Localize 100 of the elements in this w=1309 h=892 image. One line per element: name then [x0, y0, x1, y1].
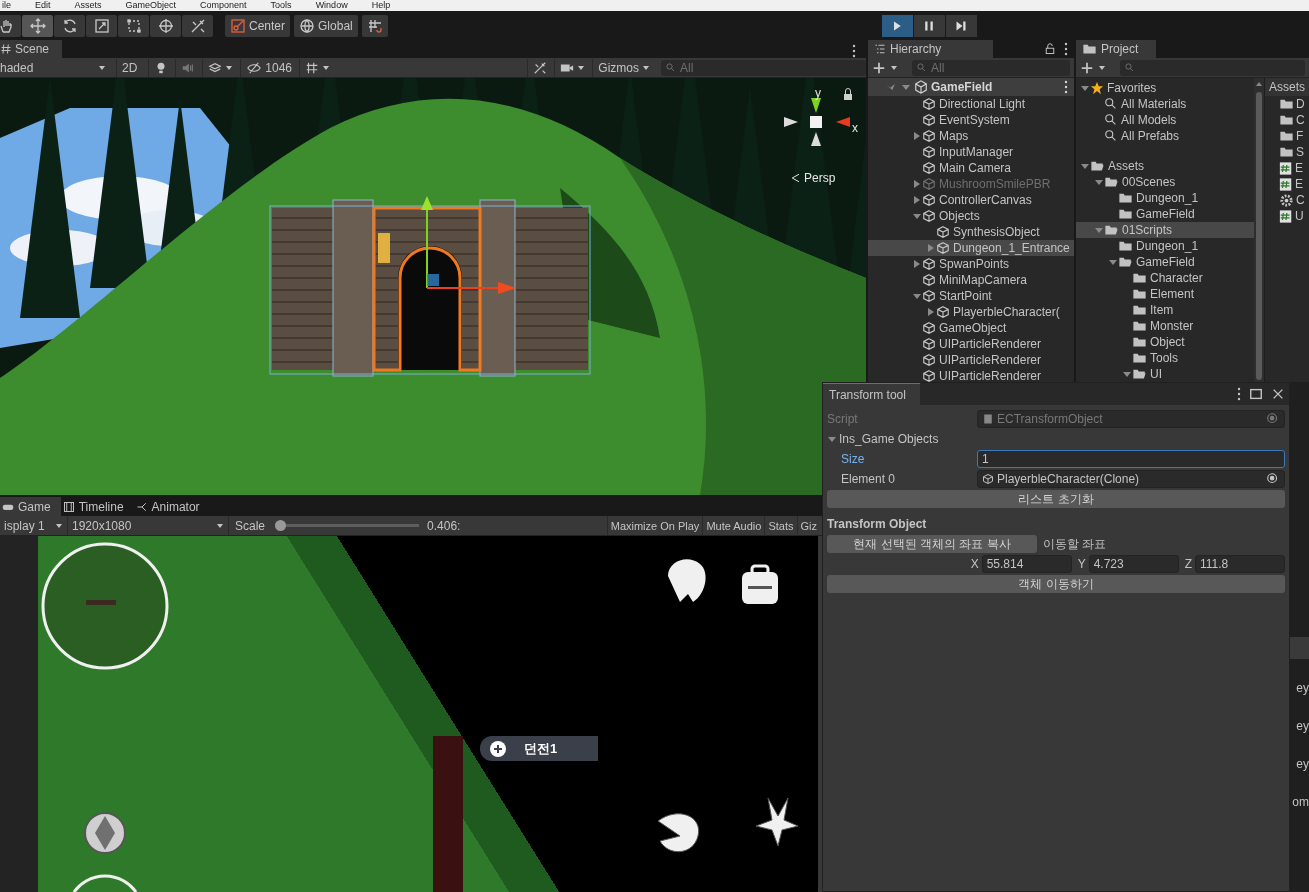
- game-tab[interactable]: Game: [0, 497, 61, 516]
- sparkle-icon[interactable]: [755, 797, 799, 847]
- hierarchy-item[interactable]: MiniMapCamera: [868, 272, 1074, 288]
- backpack-icon[interactable]: [742, 564, 778, 604]
- joystick-icon[interactable]: [72, 874, 138, 892]
- project-tree-item[interactable]: Character: [1076, 270, 1254, 286]
- toolbar-toggle-button[interactable]: Giz: [796, 516, 820, 535]
- asset-item[interactable]: E: [1265, 160, 1309, 176]
- wrench-icon: [533, 60, 548, 75]
- slider-thumb[interactable]: [275, 520, 287, 531]
- scale-slider[interactable]: [275, 520, 420, 531]
- pause-button[interactable]: [913, 14, 945, 37]
- coordinate-field[interactable]: 111.8: [1195, 555, 1285, 573]
- hierarchy-item[interactable]: Objects: [868, 208, 1074, 224]
- copy-coordinates-button[interactable]: 현재 선택된 객체의 좌표 복사: [827, 535, 1037, 553]
- menu-item[interactable]: Tools: [270, 0, 292, 11]
- scene-tab[interactable]: Scene: [0, 40, 62, 58]
- project-tree-item[interactable]: 01Scripts: [1076, 222, 1254, 238]
- project-tree-item[interactable]: GameField: [1076, 206, 1254, 222]
- project-tree-item[interactable]: All Models: [1076, 112, 1254, 128]
- reset-list-button[interactable]: 리스트 초기화: [827, 490, 1285, 508]
- menu-item[interactable]: Window: [315, 0, 348, 11]
- hierarchy-item[interactable]: InputManager: [868, 144, 1074, 160]
- hierarchy-item[interactable]: UIParticleRenderer: [868, 368, 1074, 382]
- hierarchy-item[interactable]: SpwanPoints: [868, 256, 1074, 272]
- menu-item[interactable]: Help: [371, 0, 391, 11]
- project-tree-item[interactable]: Monster: [1076, 318, 1254, 334]
- menu-item[interactable]: Component: [200, 0, 247, 11]
- menu-item[interactable]: ile: [2, 0, 11, 11]
- project-tree-item[interactable]: UI: [1076, 366, 1254, 382]
- hierarchy-item[interactable]: SynthesisObject: [868, 224, 1074, 240]
- portal-button[interactable]: 던전1: [480, 736, 598, 761]
- hierarchy-item[interactable]: GameObject: [868, 320, 1074, 336]
- rotate-tool-button[interactable]: [54, 14, 85, 37]
- hierarchy-item[interactable]: Dungeon_1_Entrance: [868, 240, 1074, 256]
- project-tree-item[interactable]: All Prefabs: [1076, 128, 1254, 144]
- scene-root-item[interactable]: GameField: [868, 78, 1074, 96]
- hierarchy-item[interactable]: StartPoint: [868, 288, 1074, 304]
- hierarchy-item[interactable]: ControllerCanvas: [868, 192, 1074, 208]
- project-tree-item[interactable]: GameField: [1076, 254, 1254, 270]
- asset-item[interactable]: S: [1265, 144, 1309, 160]
- hand-tool-button[interactable]: [0, 14, 21, 37]
- transform-tool-button[interactable]: [150, 14, 181, 37]
- animator-tab[interactable]: Animator: [133, 497, 210, 516]
- script-icon: [1279, 208, 1293, 224]
- project-tree-item[interactable]: All Materials: [1076, 96, 1254, 112]
- search-field[interactable]: [1120, 59, 1305, 76]
- coordinate-field[interactable]: 55.814: [981, 555, 1072, 573]
- object-field[interactable]: PlayerbleCharacter(Clone): [977, 470, 1285, 488]
- toolbar-toggle-button[interactable]: Maximize On Play: [606, 516, 703, 535]
- asset-item[interactable]: U: [1265, 208, 1309, 224]
- step-button[interactable]: [945, 14, 977, 37]
- scale-tool-button[interactable]: [86, 14, 117, 37]
- hierarchy-item[interactable]: UIParticleRenderer: [868, 352, 1074, 368]
- asset-item[interactable]: C: [1265, 192, 1309, 208]
- project-tree-item[interactable]: Object: [1076, 334, 1254, 350]
- asset-item[interactable]: D: [1265, 96, 1309, 112]
- timeline-tab[interactable]: Timeline: [60, 497, 134, 516]
- project-tree-item[interactable]: Item: [1076, 302, 1254, 318]
- breadcrumb[interactable]: Assets: [1265, 78, 1309, 96]
- scrollbar[interactable]: [1254, 78, 1264, 382]
- cube-icon: [922, 273, 936, 287]
- hierarchy-item[interactable]: Directional Light: [868, 96, 1074, 112]
- list-foldout[interactable]: Ins_Game Objects: [827, 429, 1285, 449]
- hierarchy-item[interactable]: PlayerbleCharacter(: [868, 304, 1074, 320]
- size-field[interactable]: 1: [977, 450, 1285, 468]
- head-icon[interactable]: [668, 559, 706, 602]
- hierarchy-item[interactable]: Main Camera: [868, 160, 1074, 176]
- pivot-toggle-button[interactable]: Center: [225, 14, 291, 37]
- project-tab[interactable]: Project: [1076, 40, 1156, 58]
- section-title: Transform Object: [827, 516, 928, 533]
- menu-item[interactable]: Edit: [35, 0, 51, 11]
- project-tree-item[interactable]: Tools: [1076, 350, 1254, 366]
- hierarchy-item[interactable]: UIParticleRenderer: [868, 336, 1074, 352]
- projection-label[interactable]: Persp: [790, 171, 836, 185]
- asset-item[interactable]: C: [1265, 112, 1309, 128]
- hierarchy-item[interactable]: EventSystem: [868, 112, 1074, 128]
- transform-tool-tab[interactable]: Transform tool: [823, 383, 920, 405]
- snap-toggle-button[interactable]: [361, 14, 388, 37]
- toolbar-toggle-button[interactable]: Stats: [764, 516, 797, 535]
- project-tree-item[interactable]: Favorites: [1076, 80, 1254, 96]
- hierarchy-item[interactable]: Maps: [868, 128, 1074, 144]
- project-tree-item[interactable]: Assets: [1076, 158, 1254, 174]
- spin-icon[interactable]: [84, 812, 126, 854]
- project-tree-item[interactable]: Element: [1076, 286, 1254, 302]
- custom-tool-button[interactable]: [182, 14, 213, 37]
- play-button[interactable]: [881, 14, 913, 37]
- hierarchy-tab[interactable]: Hierarchy: [868, 40, 993, 58]
- move-object-button[interactable]: 객체 이동하기: [827, 575, 1285, 593]
- asset-item[interactable]: F: [1265, 128, 1309, 144]
- move-tool-button[interactable]: [22, 14, 53, 37]
- project-tree-item[interactable]: Dungeon_1: [1076, 190, 1254, 206]
- menu-item[interactable]: GameObject: [125, 0, 177, 11]
- asset-item[interactable]: E: [1265, 176, 1309, 192]
- menu-item[interactable]: Assets: [74, 0, 102, 11]
- space-toggle-button[interactable]: Global: [294, 14, 358, 37]
- project-tree-item[interactable]: 00Scenes: [1076, 174, 1254, 190]
- project-tree-item[interactable]: Dungeon_1: [1076, 238, 1254, 254]
- coordinate-field[interactable]: 4.723: [1088, 555, 1179, 573]
- rect-tool-button[interactable]: [118, 14, 149, 37]
